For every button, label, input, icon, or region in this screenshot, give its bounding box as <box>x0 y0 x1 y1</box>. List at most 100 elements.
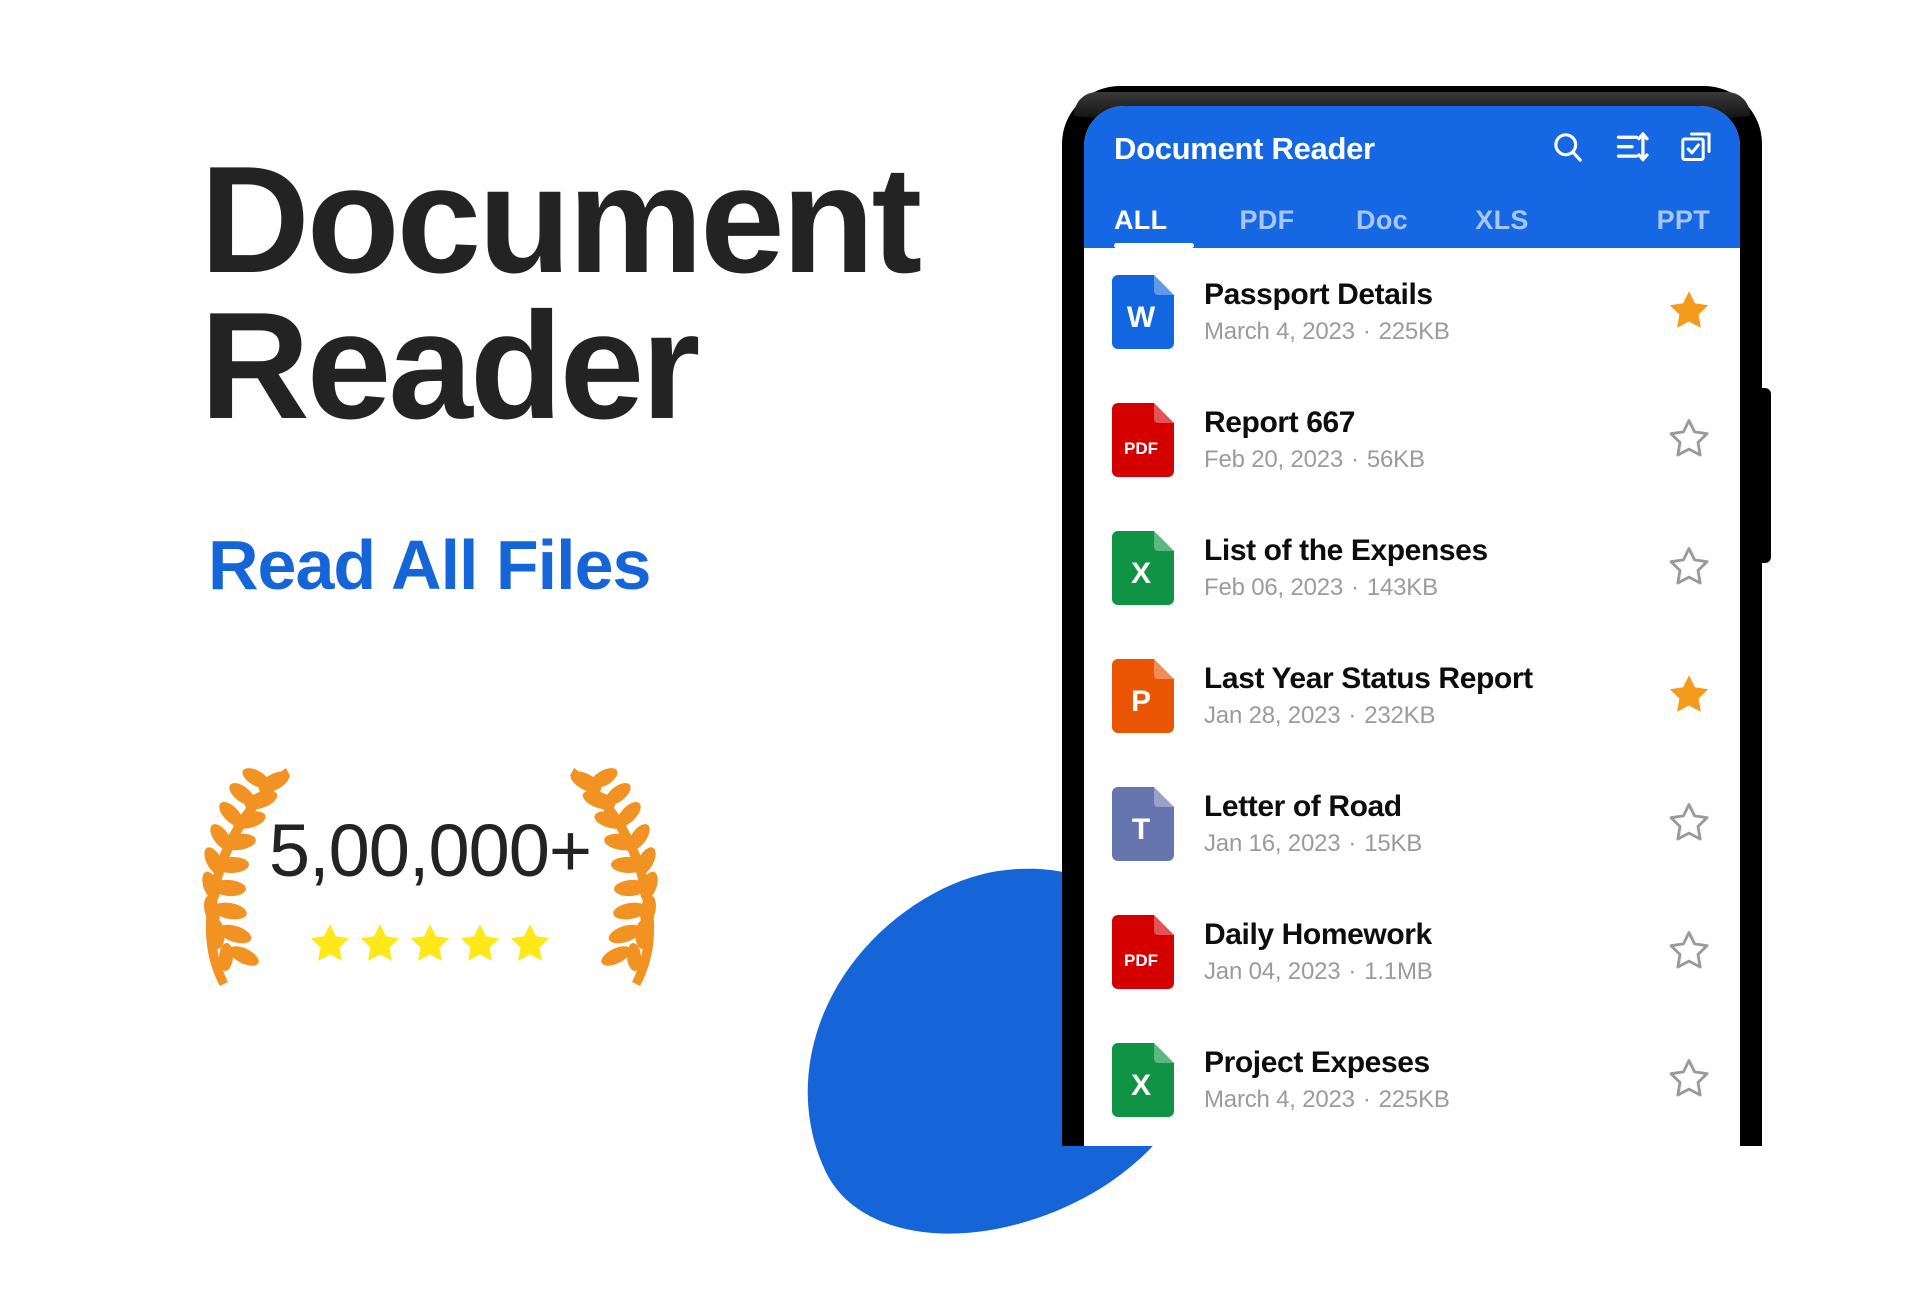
favorite-star-toggle[interactable] <box>1658 927 1712 978</box>
file-date: Jan 16, 2023 <box>1204 830 1341 858</box>
file-size: 232KB <box>1364 702 1436 730</box>
favorite-star-toggle[interactable] <box>1658 287 1712 338</box>
file-separator: · <box>1348 702 1357 730</box>
star-outline-icon <box>1666 799 1712 850</box>
file-details: Jan 16, 2023 · 15KB <box>1204 830 1658 858</box>
svg-text:P: P <box>1131 685 1151 718</box>
page-title-line-2: Reader <box>200 280 700 451</box>
star-outline-icon <box>1666 415 1712 466</box>
star-outline-icon <box>1666 543 1712 594</box>
file-meta: Letter of Road Jan 16, 2023 · 15KB <box>1174 790 1658 859</box>
svg-text:T: T <box>1132 813 1150 846</box>
file-list-item[interactable]: P Last Year Status Report Jan 28, 2023 · 2… <box>1084 632 1740 760</box>
award-badge: 5,00,000+ <box>190 760 670 1010</box>
file-size: 225KB <box>1378 318 1450 346</box>
sort-icon[interactable] <box>1614 129 1650 170</box>
file-size: 225KB <box>1378 1086 1450 1114</box>
file-type-icon-pdf: PDF <box>1112 403 1174 477</box>
tab-doc[interactable]: Doc <box>1322 205 1442 248</box>
file-date: Jan 28, 2023 <box>1204 702 1341 730</box>
file-name: Last Year Status Report <box>1204 661 1533 695</box>
install-count: 5,00,000+ <box>268 809 592 892</box>
star-filled-icon <box>1666 671 1712 722</box>
favorite-star-toggle[interactable] <box>1658 671 1712 722</box>
file-date: Jan 04, 2023 <box>1204 958 1341 986</box>
file-meta: Report 667 Feb 20, 2023 · 56KB <box>1174 406 1658 475</box>
file-details: Feb 06, 2023 · 143KB <box>1204 574 1658 602</box>
file-list-item[interactable]: T Letter of Road Jan 16, 2023 · 15KB <box>1084 760 1740 888</box>
multi-select-icon[interactable] <box>1678 129 1714 170</box>
favorite-star-toggle[interactable] <box>1658 1055 1712 1106</box>
tab-xls[interactable]: XLS <box>1442 205 1562 248</box>
file-details: March 4, 2023 · 225KB <box>1204 1086 1658 1114</box>
phone-mockup: Document Reader ALL PDF Doc XLS PPT W Pa… <box>1062 86 1802 1146</box>
favorite-star-toggle[interactable] <box>1658 543 1712 594</box>
file-meta: Daily Homework Jan 04, 2023 · 1.1MB <box>1174 918 1658 987</box>
star-filled-icon <box>1666 287 1712 338</box>
file-details: Jan 28, 2023 · 232KB <box>1204 702 1658 730</box>
file-details: March 4, 2023 · 225KB <box>1204 318 1658 346</box>
file-meta: List of the Expenses Feb 06, 2023 · 143KB <box>1174 534 1658 603</box>
phone-side-button[interactable] <box>1759 388 1771 563</box>
file-details: Jan 04, 2023 · 1.1MB <box>1204 958 1658 986</box>
file-size: 143KB <box>1366 574 1438 602</box>
file-separator: · <box>1348 958 1357 986</box>
file-type-icon-txt: T <box>1112 787 1174 861</box>
file-separator: · <box>1348 830 1357 858</box>
page-subtitle: Read All Files <box>208 526 651 604</box>
app-bar-actions <box>1550 129 1714 170</box>
file-name: Passport Details <box>1204 277 1433 311</box>
file-name: Report 667 <box>1204 405 1356 439</box>
file-meta: Last Year Status Report Jan 28, 2023 · 232… <box>1174 662 1658 731</box>
svg-text:PDF: PDF <box>1124 951 1158 970</box>
file-meta: Project Expeses March 4, 2023 · 225KB <box>1174 1046 1658 1115</box>
file-separator: · <box>1362 1086 1371 1114</box>
file-date: March 4, 2023 <box>1204 318 1355 346</box>
file-date: Feb 20, 2023 <box>1204 446 1344 474</box>
file-size: 56KB <box>1366 446 1425 474</box>
search-icon[interactable] <box>1550 129 1586 170</box>
file-meta: Passport Details March 4, 2023 · 225KB <box>1174 278 1658 347</box>
file-separator: · <box>1351 574 1359 602</box>
file-separator: · <box>1351 446 1359 474</box>
file-type-icon-doc: W <box>1112 275 1174 349</box>
filter-tabs: ALL PDF Doc XLS PPT <box>1084 192 1740 248</box>
file-size: 1.1MB <box>1364 958 1433 986</box>
file-name: Project Expeses <box>1204 1045 1430 1079</box>
tab-ppt[interactable]: PPT <box>1562 205 1710 248</box>
app-bar: Document Reader ALL PDF Doc XLS PPT <box>1084 106 1740 248</box>
file-type-icon-pdf: PDF <box>1112 915 1174 989</box>
star-icon <box>410 924 450 961</box>
phone-screen: Document Reader ALL PDF Doc XLS PPT W Pa… <box>1084 106 1740 1146</box>
file-type-icon-ppt: P <box>1112 659 1174 733</box>
file-list-item[interactable]: X List of the Expenses Feb 06, 2023 · 143K… <box>1084 504 1740 632</box>
star-outline-icon <box>1666 1055 1712 1106</box>
star-outline-icon <box>1666 927 1712 978</box>
favorite-star-toggle[interactable] <box>1658 415 1712 466</box>
file-name: List of the Expenses <box>1204 533 1488 567</box>
svg-text:X: X <box>1131 1069 1151 1102</box>
favorite-star-toggle[interactable] <box>1658 799 1712 850</box>
file-list: W Passport Details March 4, 2023 · 225KB P… <box>1084 248 1740 1144</box>
file-separator: · <box>1362 318 1371 346</box>
page-title-line-1: Document <box>200 135 922 305</box>
file-size: 15KB <box>1364 830 1423 858</box>
file-list-item[interactable]: PDF Daily Homework Jan 04, 2023 · 1.1MB <box>1084 888 1740 1016</box>
app-bar-top-row: Document Reader <box>1084 106 1740 192</box>
file-details: Feb 20, 2023 · 56KB <box>1204 446 1658 474</box>
tab-all[interactable]: ALL <box>1114 205 1212 248</box>
star-icon <box>310 924 350 961</box>
tab-active-underline <box>1114 243 1194 248</box>
file-list-item[interactable]: X Project Expeses March 4, 2023 · 225KB <box>1084 1016 1740 1144</box>
tab-pdf[interactable]: PDF <box>1212 205 1322 248</box>
file-name: Daily Homework <box>1204 917 1432 951</box>
file-list-item[interactable]: PDF Report 667 Feb 20, 2023 · 56KB <box>1084 376 1740 504</box>
svg-text:PDF: PDF <box>1124 439 1158 458</box>
app-title: Document Reader <box>1114 131 1375 166</box>
star-icon <box>460 924 500 961</box>
file-type-icon-xls: X <box>1112 531 1174 605</box>
file-list-item[interactable]: W Passport Details March 4, 2023 · 225KB <box>1084 248 1740 376</box>
file-date: March 4, 2023 <box>1204 1086 1355 1114</box>
rating-stars <box>190 920 670 966</box>
file-name: Letter of Road <box>1204 789 1402 823</box>
